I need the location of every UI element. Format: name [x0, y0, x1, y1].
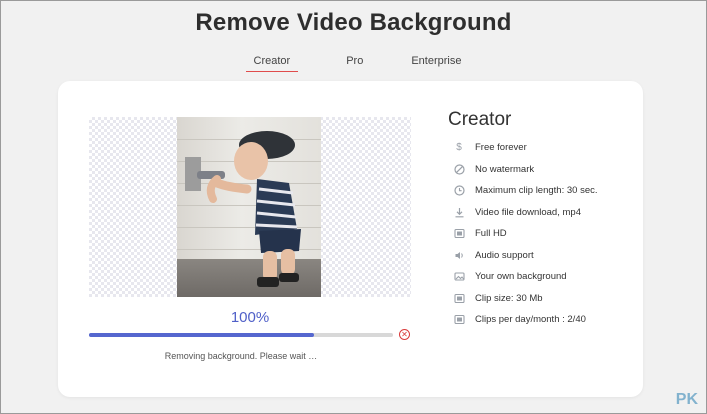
- child-figure: [185, 131, 301, 287]
- watermark-logo: PK: [675, 391, 698, 408]
- size-icon: [453, 292, 465, 304]
- progress-bar: [89, 333, 393, 337]
- page-title: Remove Video Background: [195, 9, 512, 36]
- video-preview: [89, 117, 411, 297]
- plan-title: Creator: [448, 109, 512, 130]
- video-frame: [177, 117, 321, 297]
- no-watermark-icon: [453, 163, 465, 175]
- feature-item: Clips per day/month : 2/40: [453, 309, 598, 331]
- cancel-button[interactable]: ✕: [399, 329, 410, 340]
- feature-item: Video file download, mp4: [453, 202, 598, 224]
- tab-creator[interactable]: Creator: [245, 55, 299, 72]
- feature-item: Clip size: 30 Mb: [453, 288, 598, 310]
- feature-item: No watermark: [453, 159, 598, 181]
- progress-percent: 100%: [230, 309, 270, 326]
- plan-card: 100% ✕ Removing background. Please wait …: [58, 81, 643, 397]
- clock-icon: [453, 185, 465, 197]
- feature-item: Your own background: [453, 266, 598, 288]
- feature-item: Full HD: [453, 223, 598, 245]
- feature-item: Maximum clip length: 30 sec.: [453, 180, 598, 202]
- plan-tabs: Creator Pro Enterprise: [1, 55, 706, 72]
- progress-fill: [89, 333, 314, 337]
- image-icon: [453, 271, 465, 283]
- download-icon: [453, 206, 465, 218]
- feature-list: $ Free forever No watermark Maximum clip…: [453, 137, 598, 331]
- dollar-icon: $: [456, 142, 462, 154]
- tab-pro[interactable]: Pro: [346, 55, 363, 72]
- hd-icon: [453, 228, 465, 240]
- audio-icon: [453, 249, 465, 261]
- feature-item: Audio support: [453, 245, 598, 267]
- status-text: Removing background. Please wait …: [164, 351, 318, 361]
- tab-enterprise[interactable]: Enterprise: [411, 55, 461, 72]
- clips-icon: [453, 314, 465, 326]
- feature-item: $ Free forever: [453, 137, 598, 159]
